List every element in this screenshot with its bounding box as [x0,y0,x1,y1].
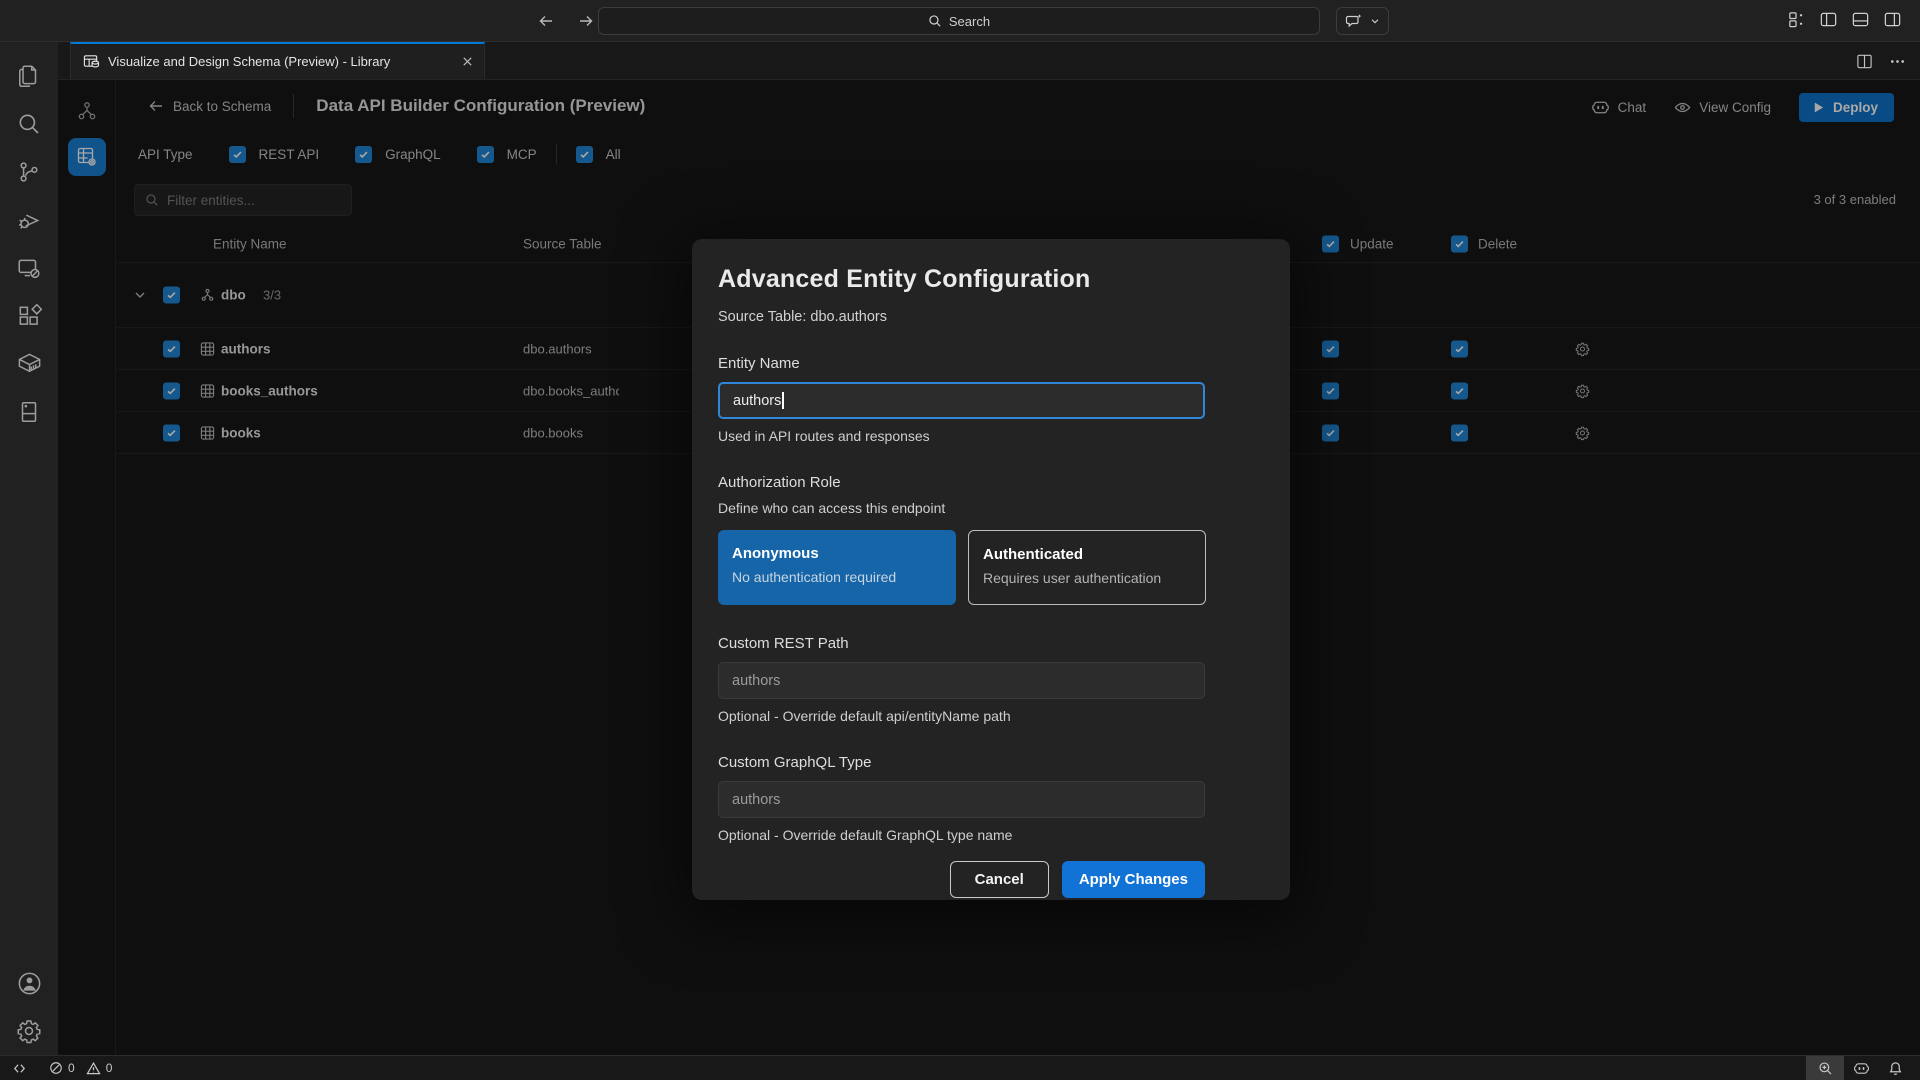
custom-rest-path-label: Custom REST Path [718,635,1258,652]
run-debug-icon[interactable] [5,196,53,244]
zoom-in-icon [1818,1061,1833,1076]
remote-indicator[interactable] [12,1061,27,1076]
toggle-panel-icon[interactable] [1851,10,1870,29]
warnings-count: 0 [106,1061,113,1075]
arrow-left-icon [538,13,554,29]
vscode-window: Search [0,0,1920,1080]
modal-title: Advanced Entity Configuration [718,265,1258,294]
authenticated-option-card[interactable]: Authenticated Requires user authenticati… [968,530,1206,605]
advanced-entity-config-modal: Advanced Entity Configuration Source Tab… [692,239,1290,900]
text-caret [782,392,784,409]
more-actions-icon[interactable] [1889,53,1906,70]
custom-graphql-type-label: Custom GraphQL Type [718,754,1258,771]
history-back-button[interactable] [533,8,559,34]
toggle-secondary-sidebar-icon[interactable] [1883,10,1902,29]
customize-layout-icon[interactable] [1787,10,1806,29]
apply-changes-button[interactable]: Apply Changes [1062,861,1205,898]
webview-panel: Back to Schema Data API Builder Configur… [58,80,1920,1055]
tab-bar: Visualize and Design Schema (Preview) - … [58,42,1920,80]
tab-visualize-design-schema[interactable]: Visualize and Design Schema (Preview) - … [70,42,485,79]
copilot-chat-button[interactable] [1336,7,1389,35]
custom-rest-path-input[interactable]: authors [718,662,1205,699]
custom-rest-path-hint: Optional - Override default api/entityNa… [718,708,1258,724]
database-projects-icon[interactable] [5,388,53,436]
status-bar: 0 0 [0,1055,1920,1080]
custom-graphql-type-hint: Optional - Override default GraphQL type… [718,827,1258,843]
tab-title: Visualize and Design Schema (Preview) - … [108,54,453,69]
entity-name-hint: Used in API routes and responses [718,428,1258,444]
explorer-icon[interactable] [5,52,53,100]
title-bar: Search [0,0,1920,42]
source-control-icon[interactable] [5,148,53,196]
errors-count: 0 [68,1061,75,1075]
split-editor-icon[interactable] [1856,53,1873,70]
custom-graphql-type-input[interactable]: authors [718,781,1205,818]
chevron-down-icon [1370,16,1380,26]
tab-close-icon[interactable] [461,55,474,68]
warnings-icon [86,1061,101,1076]
search-icon [928,14,942,28]
modal-source-table: Source Table: dbo.authors [718,309,1258,325]
toggle-primary-sidebar-icon[interactable] [1819,10,1838,29]
remote-icon [12,1061,27,1076]
command-center-search[interactable]: Search [598,7,1320,35]
bell-icon [1888,1061,1903,1076]
history-forward-button[interactable] [573,8,599,34]
cancel-button[interactable]: Cancel [950,861,1049,898]
copilot-status-button[interactable] [1844,1060,1878,1077]
anonymous-option-card[interactable]: Anonymous No authentication required [718,530,956,605]
arrow-right-icon [578,13,594,29]
chat-sparkle-icon [1345,12,1363,30]
authorization-role-label: Authorization Role [718,474,1258,491]
zoom-status-button[interactable] [1806,1056,1844,1080]
errors-icon [49,1061,63,1075]
entity-name-label: Entity Name [718,355,1258,372]
notifications-bell-button[interactable] [1878,1061,1912,1076]
remote-explorer-icon[interactable] [5,244,53,292]
activity-bar [0,42,58,1055]
entity-name-input[interactable]: authors [718,382,1205,419]
problems-indicator[interactable]: 0 0 [49,1061,112,1076]
search-view-icon[interactable] [5,100,53,148]
accounts-icon[interactable] [5,959,53,1007]
container-tools-icon[interactable] [5,340,53,388]
extensions-icon[interactable] [5,292,53,340]
settings-gear-icon[interactable] [5,1007,53,1055]
authorization-role-hint: Define who can access this endpoint [718,500,1258,516]
schema-designer-icon [83,53,100,70]
copilot-icon [1853,1060,1870,1077]
search-placeholder: Search [949,14,990,29]
